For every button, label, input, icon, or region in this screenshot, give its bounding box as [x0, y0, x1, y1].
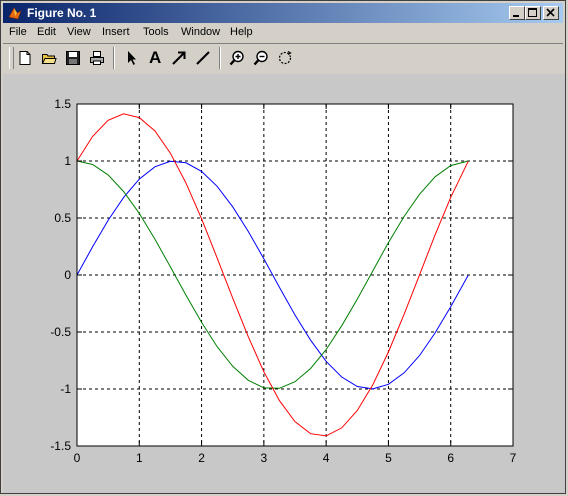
insert-arrow-button[interactable] [169, 48, 189, 68]
maximize-button[interactable] [525, 6, 541, 20]
close-icon [546, 8, 555, 17]
new-figure-button[interactable] [15, 48, 35, 68]
x-tick-label: 6 [447, 451, 454, 465]
diagonal-line-icon [196, 51, 210, 65]
y-tick-label: -1.5 [50, 439, 71, 453]
menu-window[interactable]: Window [181, 26, 220, 39]
figure-toolbar: A [3, 43, 563, 75]
zoom-out-icon [253, 50, 268, 66]
x-tick-label: 7 [510, 451, 517, 465]
figure-window: Figure No. 1 File Edit View Insert Tools… [0, 0, 566, 494]
x-tick-label: 2 [198, 451, 205, 465]
diagonal-arrow-icon [172, 51, 186, 65]
insert-text-icon: A [149, 48, 162, 67]
rotate-3d-button[interactable] [275, 48, 295, 68]
rotate-icon [278, 50, 292, 65]
toolbar-separator [219, 47, 221, 69]
new-file-icon [19, 51, 31, 65]
title-bar[interactable]: Figure No. 1 [3, 3, 563, 23]
x-tick-label: 5 [385, 451, 392, 465]
open-file-button[interactable] [39, 48, 59, 68]
save-button[interactable] [63, 48, 83, 68]
window-title: Figure No. 1 [27, 6, 97, 20]
matlab-logo-icon [8, 7, 22, 20]
menu-tools[interactable]: Tools [143, 26, 169, 39]
menu-insert[interactable]: Insert [102, 26, 130, 39]
menu-edit[interactable]: Edit [37, 26, 56, 39]
print-button[interactable] [87, 48, 107, 68]
y-tick-label: 0 [64, 268, 71, 282]
menu-view[interactable]: View [67, 26, 91, 39]
figure-canvas: 0 1 2 3 4 5 6 7 1.5 1 0.5 0 -0.5 -1 -1.5 [3, 74, 565, 493]
insert-text-button[interactable]: A [145, 48, 165, 68]
close-button[interactable] [543, 6, 559, 20]
x-tick-label: 3 [261, 451, 268, 465]
menu-file[interactable]: File [9, 26, 27, 39]
edit-plot-button[interactable] [121, 48, 141, 68]
line-plot[interactable]: 0 1 2 3 4 5 6 7 1.5 1 0.5 0 -0.5 -1 -1.5 [3, 74, 565, 493]
zoom-in-icon [229, 50, 244, 66]
y-tick-label: 1.5 [54, 97, 71, 111]
minimize-icon [513, 15, 519, 17]
save-disk-icon [66, 51, 80, 65]
toolbar-grip[interactable] [9, 47, 14, 69]
insert-line-button[interactable] [193, 48, 213, 68]
y-tick-label: -1 [60, 382, 71, 396]
open-folder-icon [41, 54, 57, 64]
menu-help[interactable]: Help [230, 26, 253, 39]
x-tick-label: 1 [136, 451, 143, 465]
x-tick-label: 0 [74, 451, 81, 465]
zoom-out-button[interactable] [251, 48, 271, 68]
x-tick-label: 4 [323, 451, 330, 465]
maximize-icon [528, 8, 537, 17]
y-tick-label: -0.5 [50, 325, 71, 339]
menu-bar: File Edit View Insert Tools Window Help [3, 23, 563, 42]
toolbar-separator [113, 47, 115, 69]
y-tick-label: 1 [64, 154, 71, 168]
pointer-arrow-icon [128, 51, 136, 65]
zoom-in-button[interactable] [227, 48, 247, 68]
y-tick-label: 0.5 [54, 211, 71, 225]
printer-icon [90, 51, 104, 65]
minimize-button[interactable] [509, 6, 525, 20]
